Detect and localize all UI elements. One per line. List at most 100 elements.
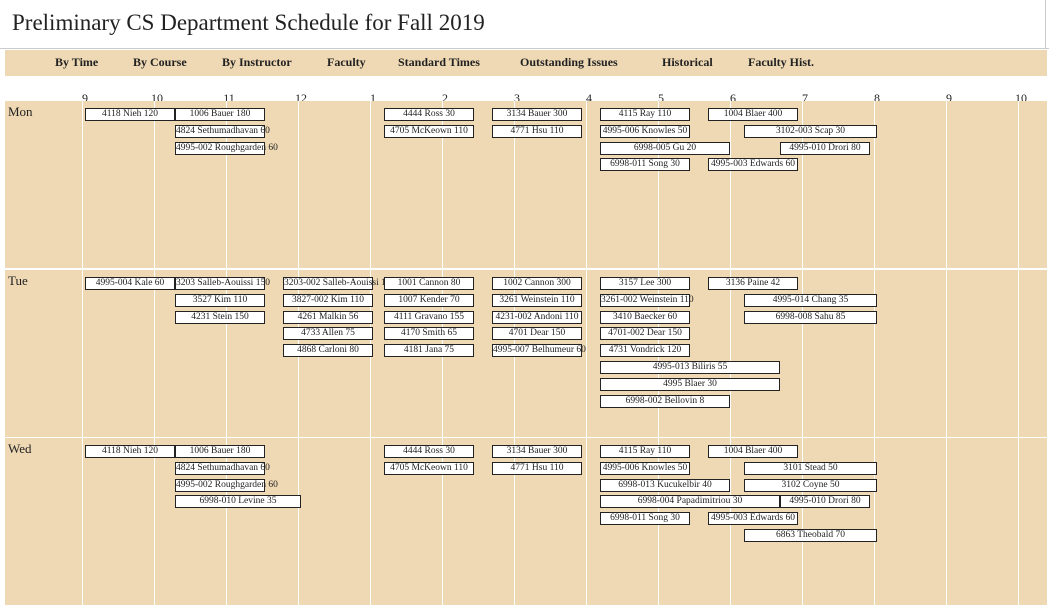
course-block[interactable]: 4231 Stein 150 [175, 311, 265, 324]
hour-gridline [1018, 270, 1019, 437]
course-block[interactable]: 3261-002 Weinstein 110 [600, 294, 694, 307]
course-block[interactable]: 6998-002 Bellovin 8 [600, 395, 730, 408]
nav-by-instructor[interactable]: By Instructor [222, 55, 292, 70]
schedule-grid: 9 10 11 12 1 2 3 4 5 6 7 8 9 10 Mon 4118 Nieh 120 1006 B… [5, 87, 1047, 605]
course-block[interactable]: 3101 Stead 50 [744, 462, 877, 475]
course-block[interactable]: 4701-002 Dear 150 [600, 327, 690, 340]
hour-gridline [946, 270, 947, 437]
course-block[interactable]: 3102-003 Scap 30 [744, 125, 877, 138]
course-block[interactable]: 4111 Gravano 155 [384, 311, 474, 324]
nav-by-time[interactable]: By Time [55, 55, 98, 70]
course-block[interactable]: 4444 Ross 30 [384, 108, 474, 121]
course-block[interactable]: 1006 Bauer 180 [175, 445, 265, 458]
course-block[interactable]: 4868 Carloni 80 [283, 344, 373, 357]
course-block[interactable]: 4115 Ray 110 [600, 445, 690, 458]
course-block[interactable]: 4261 Malkin 56 [283, 311, 373, 324]
course-block[interactable]: 3527 Kim 110 [175, 294, 265, 307]
course-block[interactable]: 4995-002 Roughgarden 60 [175, 479, 278, 492]
nav-bar: By Time By Course By Instructor Faculty … [5, 50, 1047, 76]
course-block[interactable]: 1002 Cannon 300 [492, 277, 582, 290]
course-block[interactable]: 1004 Blaer 400 [708, 108, 798, 121]
nav-faculty-hist[interactable]: Faculty Hist. [748, 55, 814, 70]
hour-gridline [586, 270, 587, 437]
course-block[interactable]: 4995-007 Belhumeur 60 [492, 344, 586, 357]
course-block[interactable]: 4995-006 Knowles 50 [600, 125, 690, 138]
course-block[interactable]: 4731 Vondrick 120 [600, 344, 690, 357]
course-block[interactable]: 4444 Ross 30 [384, 445, 474, 458]
course-block[interactable]: 1007 Kender 70 [384, 294, 474, 307]
course-block[interactable]: 6998-005 Gu 20 [600, 142, 730, 155]
day-band-tue: Tue 4995-004 Kale 60 3203 Salleb-Aouissi 1… [5, 270, 1047, 437]
course-block[interactable]: 4824 Sethumadhavan 60 [175, 462, 270, 475]
hour-gridline [730, 101, 731, 268]
course-block[interactable]: 4824 Sethumadhavan 60 [175, 125, 270, 138]
course-block[interactable]: 6998-008 Sahu 85 [744, 311, 877, 324]
course-block[interactable]: 4995-003 Edwards 60 [708, 512, 798, 525]
course-block[interactable]: 6998-013 Kucukelbir 40 [600, 479, 730, 492]
course-block[interactable]: 4995-010 Drori 80 [780, 495, 870, 508]
course-block[interactable]: 3827-002 Kim 110 [283, 294, 373, 307]
hour-gridline [586, 101, 587, 268]
hour-gridline [298, 101, 299, 268]
course-block[interactable]: 4701 Dear 150 [492, 327, 582, 340]
course-block[interactable]: 4995-002 Roughgarden 60 [175, 142, 278, 155]
course-block[interactable]: 4705 McKeown 110 [384, 462, 474, 475]
course-block[interactable]: 4995-006 Knowles 50 [600, 462, 690, 475]
day-band-mon: Mon 4118 Nieh 120 1006 Bauer 180 4824 Sethu… [5, 101, 1047, 268]
hour-gridline [1018, 101, 1019, 268]
course-block[interactable]: 3136 Paine 42 [708, 277, 798, 290]
course-block[interactable]: 4181 Jana 75 [384, 344, 474, 357]
course-block[interactable]: 6863 Theobald 70 [744, 529, 877, 542]
nav-historical[interactable]: Historical [662, 55, 713, 70]
nav-faculty[interactable]: Faculty [327, 55, 366, 70]
course-block[interactable]: 4118 Nieh 120 [85, 445, 175, 458]
course-block[interactable]: 4771 Hsu 110 [492, 125, 582, 138]
course-block[interactable]: 4995-014 Chang 35 [744, 294, 877, 307]
hour-gridline [298, 438, 299, 605]
day-label: Mon [8, 104, 33, 119]
course-block[interactable]: 4231-002 Andoni 110 [492, 311, 582, 324]
course-block[interactable]: 4733 Allen 75 [283, 327, 373, 340]
hour-gridline [1018, 438, 1019, 605]
course-block[interactable]: 1004 Blaer 400 [708, 445, 798, 458]
nav-standard-times[interactable]: Standard Times [398, 55, 480, 70]
hour-gridline [946, 438, 947, 605]
hour-gridline [82, 270, 83, 437]
hour-gridline [154, 101, 155, 268]
day-label: Tue [8, 273, 28, 288]
course-block[interactable]: 4995-004 Kale 60 [85, 277, 175, 290]
day-band-wed: Wed 4118 Nieh 120 1006 Bauer 180 4824 Sethu… [5, 438, 1047, 605]
hour-gridline [82, 101, 83, 268]
course-block[interactable]: 6998-011 Song 30 [600, 158, 690, 171]
course-block[interactable]: 3203-002 Salleb-Aouissi 150 [283, 277, 395, 290]
course-block[interactable]: 4995-003 Edwards 60 [708, 158, 798, 171]
course-block[interactable]: 3410 Baecker 60 [600, 311, 690, 324]
hour-gridline [586, 438, 587, 605]
hour-gridline [370, 438, 371, 605]
nav-by-course[interactable]: By Course [133, 55, 187, 70]
course-block[interactable]: 4995 Blaer 30 [600, 378, 780, 391]
title-divider [0, 48, 1049, 49]
course-block[interactable]: 4115 Ray 110 [600, 108, 690, 121]
course-block[interactable]: 3157 Lee 300 [600, 277, 690, 290]
course-block[interactable]: 3134 Bauer 300 [492, 108, 582, 121]
hour-gridline [82, 438, 83, 605]
course-block[interactable]: 4170 Smith 65 [384, 327, 474, 340]
course-block[interactable]: 4118 Nieh 120 [85, 108, 175, 121]
course-block[interactable]: 6998-004 Papadimitriou 30 [600, 495, 780, 508]
course-block[interactable]: 3102 Coyne 50 [744, 479, 877, 492]
nav-outstanding-issues[interactable]: Outstanding Issues [520, 55, 618, 70]
course-block[interactable]: 4705 McKeown 110 [384, 125, 474, 138]
course-block[interactable]: 3203 Salleb-Aouissi 150 [175, 277, 270, 290]
course-block[interactable]: 1006 Bauer 180 [175, 108, 265, 121]
course-block[interactable]: 1001 Cannon 80 [384, 277, 474, 290]
frame-edge [1045, 0, 1046, 49]
course-block[interactable]: 4771 Hsu 110 [492, 462, 582, 475]
course-block[interactable]: 6998-011 Song 30 [600, 512, 690, 525]
course-block[interactable]: 4995-013 Biliris 55 [600, 361, 780, 374]
course-block[interactable]: 3261 Weinstein 110 [492, 294, 582, 307]
hour-gridline [154, 438, 155, 605]
course-block[interactable]: 3134 Bauer 300 [492, 445, 582, 458]
course-block[interactable]: 4995-010 Drori 80 [780, 142, 870, 155]
course-block[interactable]: 6998-010 Levine 35 [175, 495, 301, 508]
